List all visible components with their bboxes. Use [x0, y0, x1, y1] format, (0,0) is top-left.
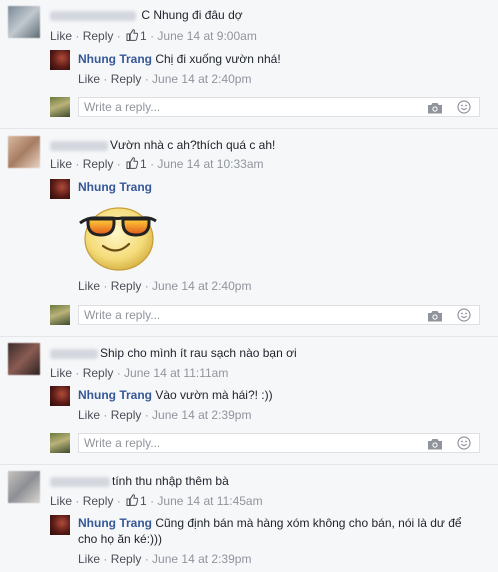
smiley-icon[interactable]: [457, 308, 471, 322]
reply-input-box[interactable]: [78, 433, 480, 453]
comment-divider: [0, 464, 498, 465]
reply-author[interactable]: Nhung Trang: [78, 180, 152, 194]
commenter-avatar[interactable]: [8, 343, 40, 375]
like-link[interactable]: Like: [50, 29, 72, 43]
like-count[interactable]: 1: [140, 29, 147, 43]
reply-link[interactable]: Reply: [83, 157, 114, 171]
comment-text-row: Vườn nhà c ah?thích quá c ah!: [50, 137, 275, 153]
like-link[interactable]: Like: [50, 494, 72, 508]
comment-text: Ship cho mình ít rau sạch nào bạn ơi: [100, 346, 297, 360]
reply-author-avatar[interactable]: [50, 50, 70, 70]
comment-divider: [0, 336, 498, 337]
comment-text-row: Ship cho mình ít rau sạch nào bạn ơi: [50, 345, 297, 361]
commenter-name-blurred[interactable]: [50, 476, 110, 487]
thumbs-up-icon[interactable]: [126, 157, 139, 169]
reply-input-box[interactable]: [78, 305, 480, 325]
reply-text: Cũng định bán mà hàng xóm không cho bán,…: [155, 516, 462, 530]
camera-icon[interactable]: [427, 310, 443, 322]
comment-text: C Nhung đi đâu dợ: [141, 8, 243, 22]
reply-author-avatar[interactable]: [50, 179, 70, 199]
comment-text-row: C Nhung đi đâu dợ: [50, 7, 243, 23]
reply-timestamp[interactable]: June 14 at 2:39pm: [152, 408, 251, 422]
thumbs-up-icon[interactable]: [126, 29, 139, 41]
reply-link[interactable]: Reply: [83, 29, 114, 43]
reply-meta: Like · Reply · June 14 at 2:40pm: [78, 72, 252, 86]
reply-text: Vào vườn mà hái?! :)): [155, 388, 273, 402]
thumbs-up-icon[interactable]: [126, 494, 139, 506]
reply-like-link[interactable]: Like: [78, 72, 100, 86]
reply-meta: Like · Reply · June 14 at 2:40pm: [78, 279, 252, 293]
comment-timestamp[interactable]: June 14 at 10:33am: [157, 157, 263, 171]
current-user-avatar: [50, 97, 70, 117]
reply-reply-link[interactable]: Reply: [111, 408, 142, 422]
reply-like-link[interactable]: Like: [78, 552, 100, 566]
comment-text-row: tính thu nhập thêm bà: [50, 473, 229, 489]
comment-timestamp[interactable]: June 14 at 11:45am: [157, 494, 262, 508]
reply-link[interactable]: Reply: [83, 366, 114, 380]
reply-timestamp[interactable]: June 14 at 2:39pm: [152, 552, 251, 566]
reply-reply-link[interactable]: Reply: [111, 279, 142, 293]
reply-row: Nhung Trang Chị đi xuống vườn nhá!: [78, 51, 281, 67]
reply-input[interactable]: [84, 100, 384, 114]
reply-meta: Like · Reply · June 14 at 2:39pm: [78, 552, 252, 566]
comment-meta: Like · Reply · 1 · June 14 at 9:00am: [50, 29, 257, 43]
current-user-avatar: [50, 433, 70, 453]
reply-timestamp[interactable]: June 14 at 2:40pm: [152, 279, 251, 293]
reply-input-box[interactable]: [78, 97, 480, 117]
comment-meta: Like · Reply · 1 · June 14 at 10:33am: [50, 157, 264, 171]
comment-text: tính thu nhập thêm bà: [112, 474, 229, 488]
commenter-name-blurred[interactable]: [50, 348, 98, 359]
reply-reply-link[interactable]: Reply: [111, 72, 142, 86]
reply-text-continued: cho họ ăn ké:))): [78, 532, 163, 546]
comment-divider: [0, 128, 498, 129]
comment-meta: Like · Reply · June 14 at 11:11am: [50, 366, 229, 380]
reply-like-link[interactable]: Like: [78, 408, 100, 422]
comment-timestamp[interactable]: June 14 at 11:11am: [124, 366, 228, 380]
camera-icon[interactable]: [427, 438, 443, 450]
reply-timestamp[interactable]: June 14 at 2:40pm: [152, 72, 251, 86]
sunglasses-smiley-sticker[interactable]: [78, 201, 158, 273]
reply-row: Nhung Trang Cũng định bán mà hàng xóm kh…: [78, 515, 462, 531]
commenter-name-blurred[interactable]: [50, 140, 108, 151]
like-count[interactable]: 1: [140, 494, 147, 508]
like-count[interactable]: 1: [140, 157, 147, 171]
reply-like-link[interactable]: Like: [78, 279, 100, 293]
reply-author-avatar[interactable]: [50, 515, 70, 535]
like-link[interactable]: Like: [50, 157, 72, 171]
smiley-icon[interactable]: [457, 100, 471, 114]
commenter-avatar[interactable]: [8, 136, 40, 168]
smiley-icon[interactable]: [457, 436, 471, 450]
comment-meta: Like · Reply · 1 · June 14 at 11:45am: [50, 494, 263, 508]
comment-text: Vườn nhà c ah?thích quá c ah!: [110, 138, 276, 152]
reply-input[interactable]: [84, 436, 384, 450]
commenter-avatar[interactable]: [8, 6, 40, 38]
reply-author[interactable]: Nhung Trang: [78, 516, 152, 530]
commenter-avatar[interactable]: [8, 471, 40, 503]
reply-author[interactable]: Nhung Trang: [78, 388, 152, 402]
reply-link[interactable]: Reply: [83, 494, 114, 508]
reply-reply-link[interactable]: Reply: [111, 552, 142, 566]
reply-row: Nhung Trang Vào vườn mà hái?! :)): [78, 387, 273, 403]
reply-input[interactable]: [84, 308, 384, 322]
reply-meta: Like · Reply · June 14 at 2:39pm: [78, 408, 252, 422]
reply-text: Chị đi xuống vườn nhá!: [155, 52, 281, 66]
comment-timestamp[interactable]: June 14 at 9:00am: [157, 29, 256, 43]
like-link[interactable]: Like: [50, 366, 72, 380]
reply-row: Nhung Trang: [78, 179, 152, 195]
camera-icon[interactable]: [427, 102, 443, 114]
reply-author-avatar[interactable]: [50, 386, 70, 406]
current-user-avatar: [50, 305, 70, 325]
commenter-name-blurred[interactable]: [50, 10, 136, 21]
reply-author[interactable]: Nhung Trang: [78, 52, 152, 66]
